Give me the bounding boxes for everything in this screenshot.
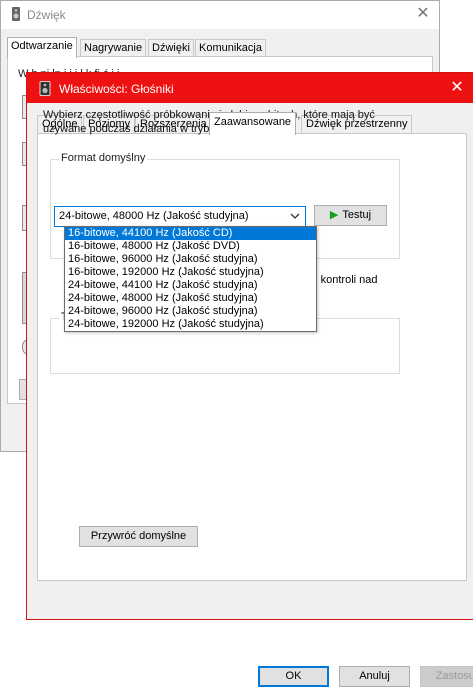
speaker-icon [12,7,20,21]
sample-rate-option[interactable]: 24-bitowe, 48000 Hz (Jakość studyjna) [65,292,316,305]
speaker-properties-dialog[interactable]: Właściwości: Głośniki ✕ Ogólne Poziomy R… [26,72,473,687]
test-button[interactable]: ▶ Testuj [314,205,387,226]
sample-rate-selected: 24-bitowe, 48000 Hz (Jakość studyjna) [59,210,249,222]
tab-communications[interactable]: Komunikacja [195,39,266,57]
advanced-pane: Format domyślny T [37,133,467,581]
restore-defaults-button[interactable]: Przywróć domyślne [79,526,198,547]
sample-rate-option[interactable]: 16-bitowe, 44100 Hz (Jakość CD) [65,227,316,240]
sample-rate-options-list[interactable]: 16-bitowe, 44100 Hz (Jakość CD) 16-bitow… [64,226,317,332]
sample-rate-option[interactable]: 16-bitowe, 48000 Hz (Jakość DVD) [65,240,316,253]
sample-rate-option[interactable]: 24-bitowe, 44100 Hz (Jakość studyjna) [65,279,316,292]
sample-rate-option[interactable]: 24-bitowe, 192000 Hz (Jakość studyjna) [65,318,316,331]
cancel-button[interactable]: Anuluj [339,666,410,687]
dialog-title: Właściwości: Głośniki [59,82,174,96]
apply-button[interactable]: Zastosuj [420,666,473,687]
sample-rate-option[interactable]: 24-bitowe, 96000 Hz (Jakość studyjna) [65,305,316,318]
speaker-icon [39,81,51,96]
tab-recording[interactable]: Nagrywanie [80,39,147,57]
sound-window-titlebar[interactable]: Dźwięk ✕ [1,1,439,29]
sound-window-title: Dźwięk [27,8,66,22]
sample-rate-option[interactable]: 16-bitowe, 96000 Hz (Jakość studyjna) [65,253,316,266]
sample-rate-dropdown[interactable]: 24-bitowe, 48000 Hz (Jakość studyjna) [54,206,306,227]
chevron-down-icon [290,213,300,219]
dialog-titlebar[interactable]: Właściwości: Głośniki ✕ [27,73,473,103]
close-icon[interactable]: ✕ [447,78,467,98]
exclusive-mode-text: ej kontroli nad [309,274,378,286]
default-format-title: Format domyślny [59,152,148,164]
tab-playback[interactable]: Odtwarzanie [7,37,77,58]
play-icon: ▶ [329,209,339,221]
tab-sounds[interactable]: Dźwięki [148,39,194,57]
tab-advanced[interactable]: Zaawansowane [209,112,297,135]
ok-button[interactable]: OK [258,666,329,687]
close-icon[interactable]: ✕ [413,4,433,24]
test-button-label: Testuj [342,209,372,221]
sample-rate-option[interactable]: 16-bitowe, 192000 Hz (Jakość studyjna) [65,266,316,279]
